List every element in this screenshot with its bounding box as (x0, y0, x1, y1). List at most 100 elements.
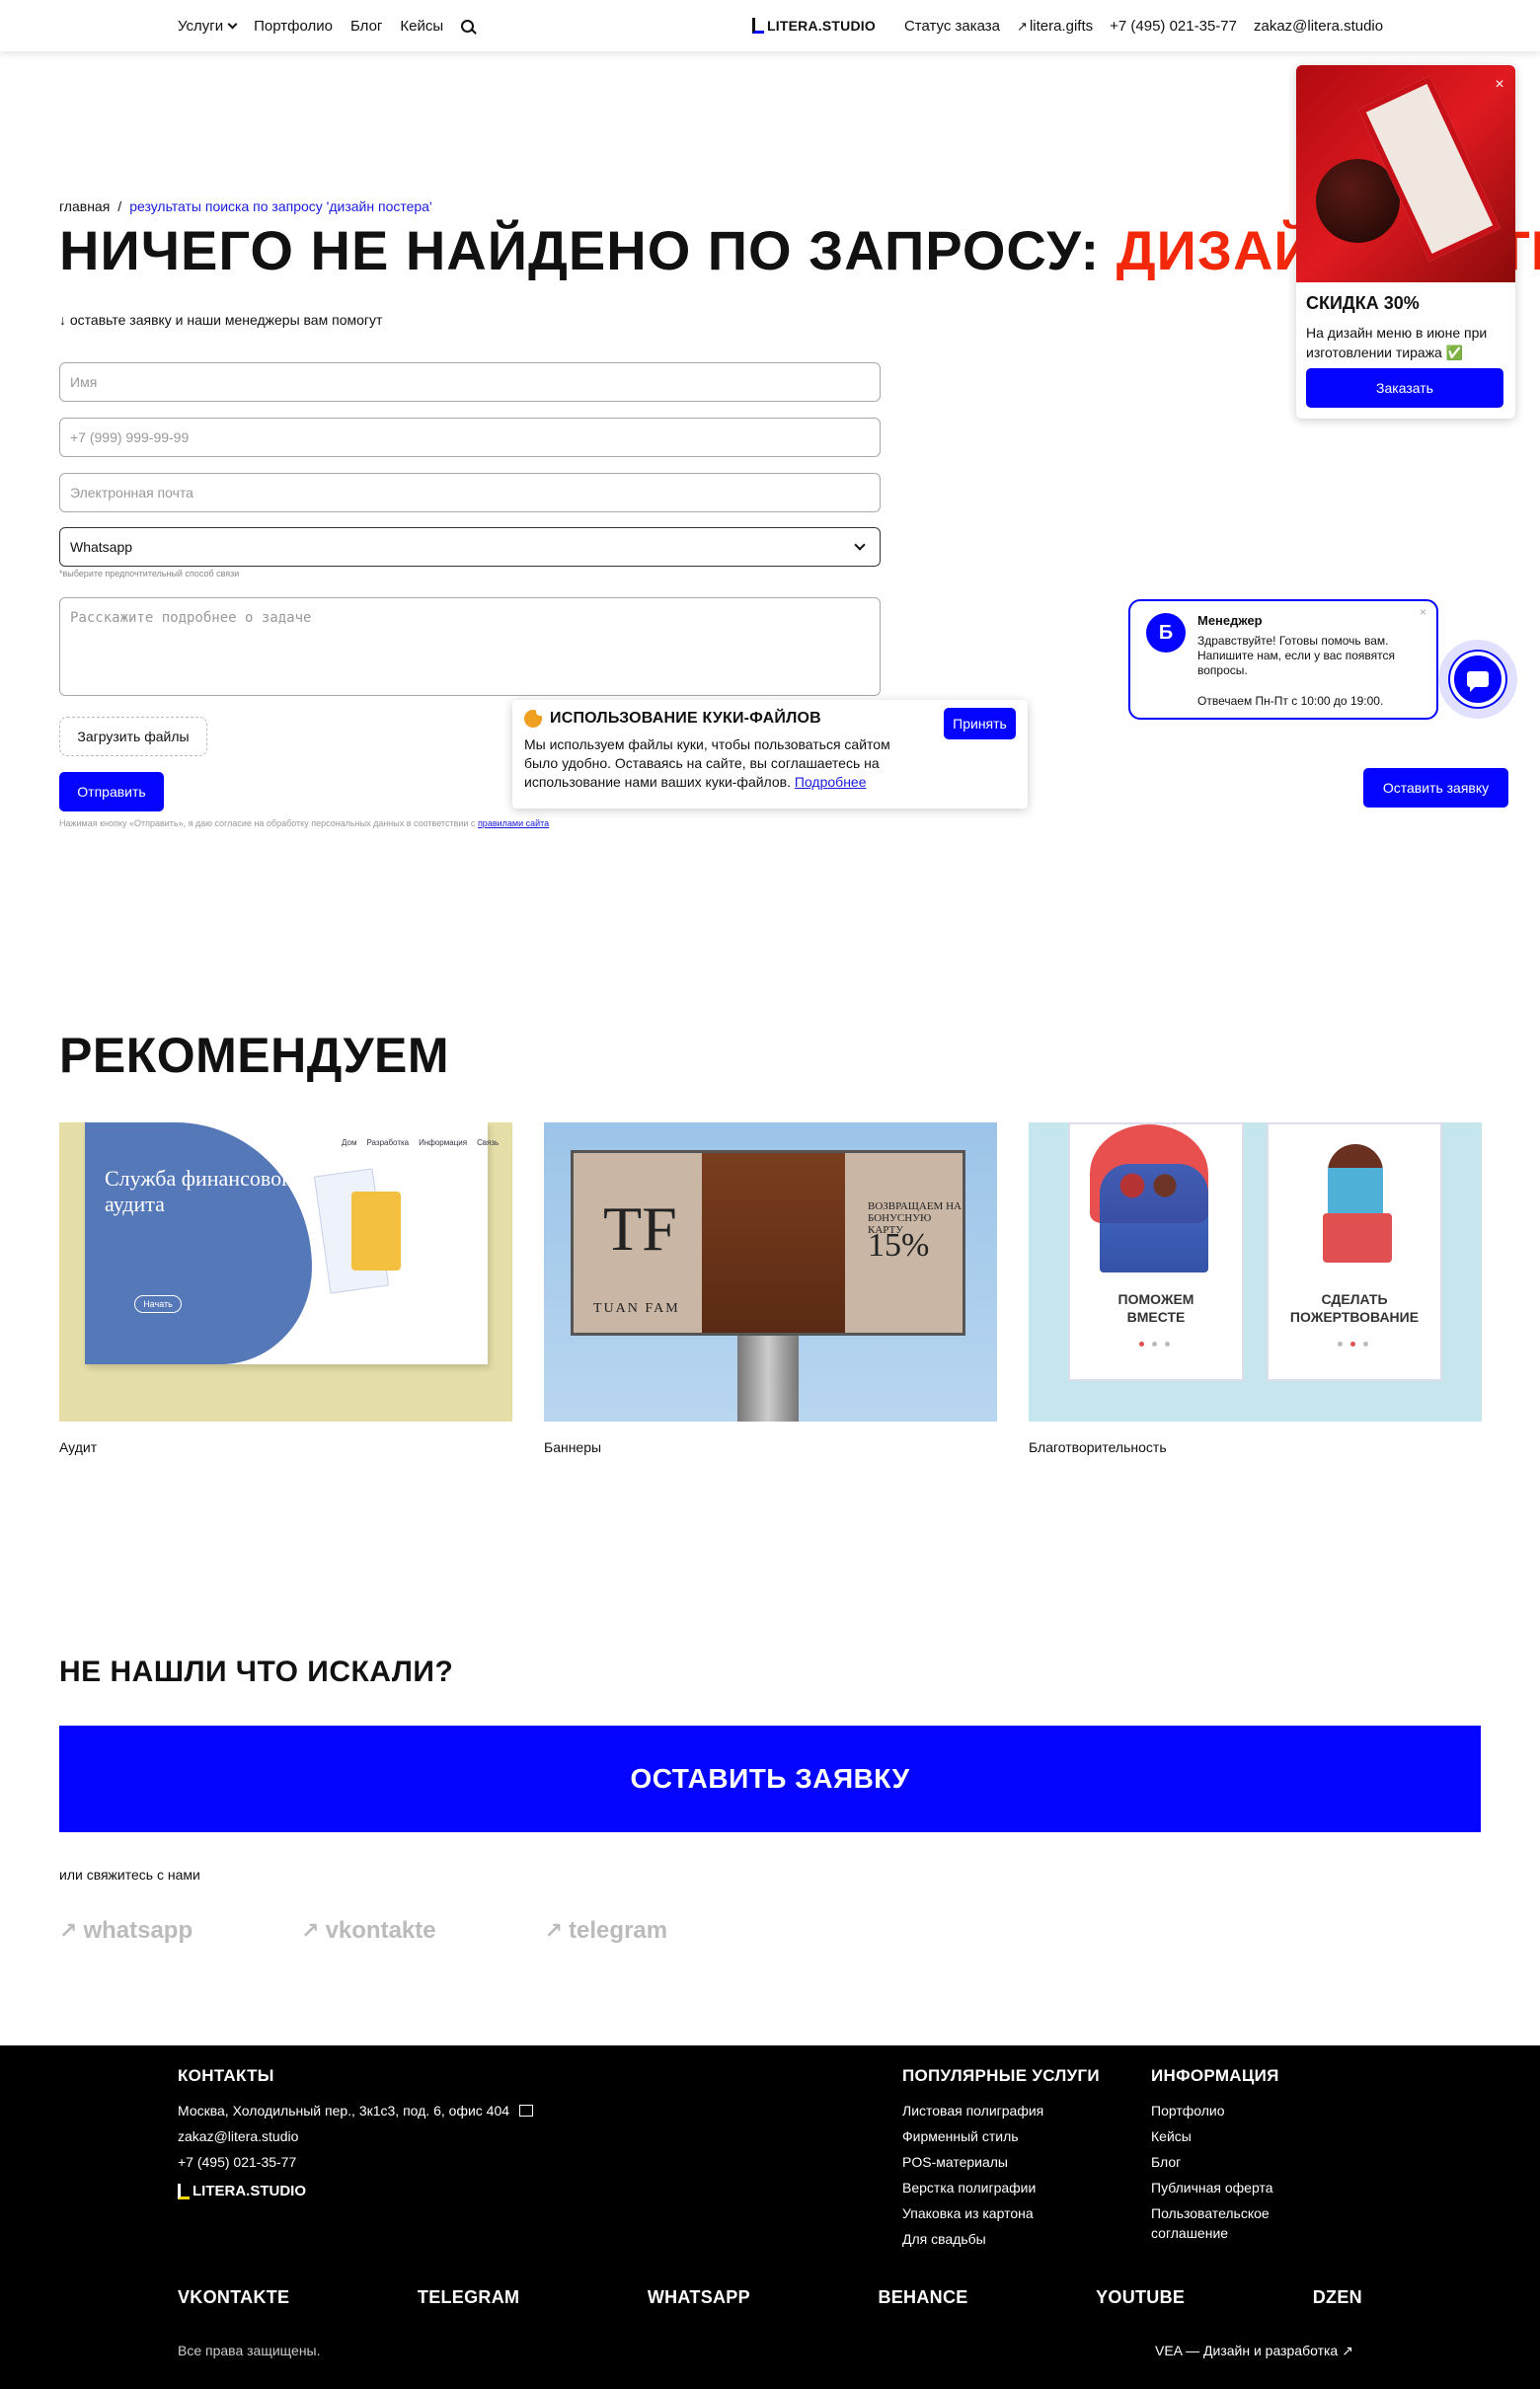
upload-files-button[interactable]: Загрузить файлы (59, 717, 207, 756)
arrow-up-right-icon: ↗ (544, 1918, 564, 1943)
map-icon (519, 2105, 534, 2118)
chat-button[interactable] (1438, 640, 1517, 719)
footer-info-link[interactable]: Публичная оферта (1151, 2175, 1289, 2200)
footer-services-title: ПОПУЛЯРНЫЕ УСЛУГИ (902, 2066, 1100, 2085)
header-phone[interactable]: +7 (495) 021-35-77 (1110, 18, 1237, 35)
consent-body: Нажимая кнопку «Отправить», я даю соглас… (59, 818, 476, 828)
footer-service-link[interactable]: Фирменный стиль (902, 2123, 1043, 2149)
gifts-link[interactable]: ↗ litera.gifts (1017, 18, 1093, 35)
footer-service-link[interactable]: Верстка полиграфии (902, 2175, 1043, 2200)
order-status-link[interactable]: Статус заказа (904, 18, 1000, 35)
card-caption-audit[interactable]: Аудит (59, 1439, 97, 1455)
footer-logo[interactable]: LITERA.STUDIO (178, 2179, 533, 2204)
charity-panel-2: СДЕЛАТЬ ПОЖЕРТВОВАНИЕ (1267, 1122, 1442, 1381)
email-field[interactable]: Электронная почта (59, 473, 881, 512)
footer-info-link[interactable]: Портфолио (1151, 2098, 1289, 2123)
cookie-accept-button[interactable]: Принять (944, 708, 1016, 739)
footer-socials: VKONTAKTE TELEGRAM WHATSAPP BEHANCE YOUT… (178, 2287, 1362, 2308)
footer-service-link[interactable]: POS-материалы (902, 2149, 1043, 2175)
footer-whatsapp[interactable]: WHATSAPP (648, 2287, 750, 2308)
nav-cases[interactable]: Кейсы (400, 18, 443, 35)
footer-address-text: Москва, Холодильный пер., 3к1с3, под. 6,… (178, 2103, 510, 2119)
logo-mark-icon (178, 2184, 190, 2199)
audit-image-text: Служба финансового аудита (105, 1166, 301, 1216)
close-icon[interactable]: × (1420, 605, 1426, 619)
footer-service-link[interactable]: Для свадьбы (902, 2226, 1043, 2252)
site-rules-link[interactable]: правилами сайта (478, 818, 549, 828)
footer-address[interactable]: Москва, Холодильный пер., 3к1с3, под. 6,… (178, 2098, 534, 2123)
arrow-up-right-icon: ↗ (1017, 18, 1028, 34)
phone-field[interactable]: +7 (999) 999-99-99 (59, 418, 881, 457)
header-email[interactable]: zakaz@litera.studio (1254, 18, 1383, 35)
search-icon[interactable] (461, 19, 475, 33)
contact-method-note: *выберите предпочтительный способ связи (59, 569, 240, 578)
manager-chat-popup[interactable]: Ƃ Менеджер Здравствуйте! Готовы помочь в… (1128, 599, 1438, 720)
chevron-down-icon (854, 538, 866, 551)
telegram-link[interactable]: ↗ telegram (545, 1917, 667, 1945)
dot (1152, 1342, 1157, 1347)
card-caption-banners[interactable]: Баннеры (544, 1439, 601, 1455)
contact-method-select[interactable]: Whatsapp (59, 527, 881, 567)
footer-vkontakte[interactable]: VKONTAKTE (178, 2287, 289, 2308)
arrow-up-right-icon: ↗ (301, 1918, 320, 1943)
breadcrumb-separator: / (117, 198, 122, 214)
nav-portfolio[interactable]: Портфолио (254, 18, 333, 35)
social-links: ↗ whatsapp ↗ vkontakte ↗ telegram (59, 1917, 667, 1945)
vkontakte-link[interactable]: ↗ vkontakte (301, 1917, 435, 1945)
cookie-more-link[interactable]: Подробнее (795, 774, 867, 790)
footer-telegram[interactable]: TELEGRAM (418, 2287, 519, 2308)
footer-info-link[interactable]: Пользовательское соглашение (1151, 2203, 1289, 2243)
audit-wave (85, 1122, 312, 1364)
footer-logo-text: LITERA.STUDIO (192, 2183, 306, 2199)
footer-email[interactable]: zakaz@litera.studio (178, 2123, 533, 2149)
card-image-charity[interactable]: ПОМОЖЕМ ВМЕСТЕ СДЕЛАТЬ ПОЖЕРТВОВАНИЕ (1029, 1122, 1482, 1422)
footer-info-link[interactable]: Кейсы (1151, 2123, 1289, 2149)
whatsapp-link[interactable]: ↗ whatsapp (59, 1917, 192, 1945)
breadcrumb-home[interactable]: главная (59, 198, 110, 214)
footer-service-link[interactable]: Упаковка из картона (902, 2200, 1043, 2226)
site-logo[interactable]: LITERA.STUDIO (752, 18, 876, 34)
cookie-icon (524, 708, 544, 728)
submit-button[interactable]: Отправить (59, 772, 164, 811)
billboard-percent: 15% (868, 1227, 930, 1264)
audit-menu-item: Информация (419, 1138, 468, 1147)
footer-dzen[interactable]: DZEN (1313, 2287, 1362, 2308)
form-hint: ↓ оставьте заявку и наши менеджеры вам п… (59, 312, 383, 328)
leave-request-big-button[interactable]: ОСТАВИТЬ ЗАЯВКУ (59, 1726, 1481, 1832)
footer-youtube[interactable]: YOUTUBE (1096, 2287, 1185, 2308)
gift-illustration (1323, 1213, 1392, 1263)
message-textarea[interactable]: Расскажите подробнее о задаче (59, 597, 881, 696)
site-footer: КОНТАКТЫ Москва, Холодильный пер., 3к1с3… (0, 2045, 1540, 2389)
logo-mark-icon (752, 18, 764, 34)
logo-text: LITERA.STUDIO (767, 18, 876, 34)
chat-bubble-shape (1467, 671, 1489, 692)
chat-bubble-icon (1450, 652, 1505, 707)
close-icon[interactable]: × (1490, 75, 1509, 95)
site-header: Услуги Портфолио Блог Кейсы LITERA.STUDI… (0, 0, 1540, 51)
page-title-prefix: НИЧЕГО НЕ НАЙДЕНО ПО ЗАПРОСУ: (59, 219, 1101, 281)
footer-service-link[interactable]: Листовая полиграфия (902, 2098, 1043, 2123)
footer-contacts: Москва, Холодильный пер., 3к1с3, под. 6,… (178, 2098, 534, 2204)
card-image-audit[interactable]: Служба финансового аудита Начать Дом Раз… (59, 1122, 512, 1422)
footer-phone[interactable]: +7 (495) 021-35-77 (178, 2149, 533, 2175)
audit-start-label: Начать (134, 1295, 182, 1313)
footer-behance[interactable]: BEHANCE (878, 2287, 967, 2308)
nav-services[interactable]: Услуги (178, 18, 238, 35)
footer-info-link[interactable]: Блог (1151, 2149, 1289, 2175)
audit-menu-item: Связь (477, 1138, 500, 1147)
card-image-banners[interactable]: TF TUAN FAM ВОЗВРАЩАЕМ НА БОНУСНУЮ КАРТУ… (544, 1122, 997, 1422)
dot (1139, 1342, 1144, 1347)
audit-menu-item: Дом (342, 1138, 357, 1147)
promo-order-button[interactable]: Заказать (1306, 368, 1503, 408)
name-field[interactable]: Имя (59, 362, 881, 402)
promo-image (1296, 65, 1515, 282)
footer-contacts-title: КОНТАКТЫ (178, 2066, 274, 2085)
nav-blog[interactable]: Блог (350, 18, 382, 35)
leave-request-button[interactable]: Оставить заявку (1363, 768, 1508, 808)
footer-services: Листовая полиграфия Фирменный стиль POS-… (902, 2098, 1043, 2252)
promo-title: СКИДКА 30% (1306, 293, 1420, 313)
card-caption-charity[interactable]: Благотворительность (1029, 1439, 1167, 1455)
whatsapp-label: whatsapp (83, 1917, 193, 1944)
header-right: LITERA.STUDIO Статус заказа ↗ litera.gift… (752, 0, 1383, 51)
footer-credit-link[interactable]: VEA — Дизайн и разработка ↗ (1155, 2343, 1353, 2359)
